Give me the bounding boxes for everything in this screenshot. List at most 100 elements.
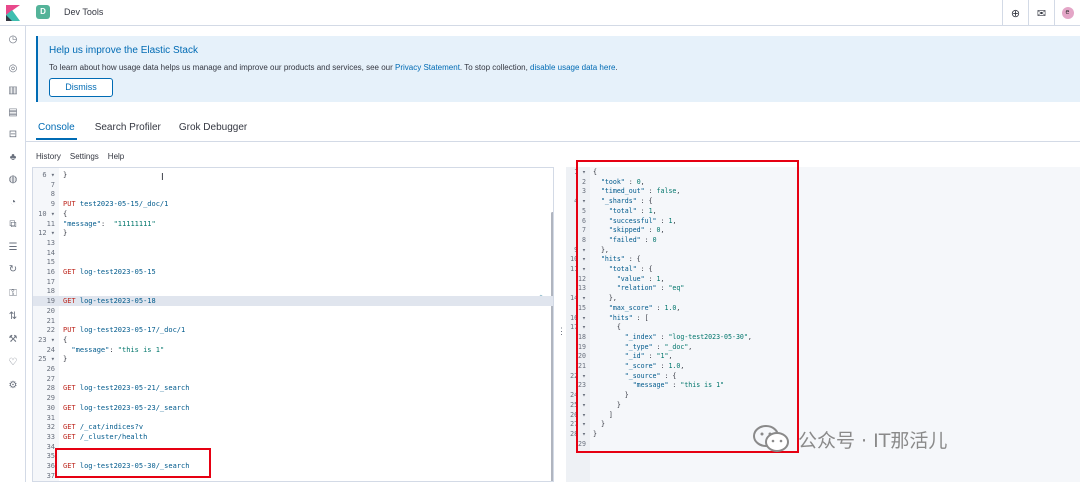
code-token: } [63,355,68,364]
tab-grok-debugger[interactable]: Grok Debugger [179,116,247,142]
telemetry-callout: Help us improve the Elastic Stack To lea… [36,36,1080,102]
devtools-icon[interactable]: ⚒ [7,334,19,346]
code-line[interactable]: 31 [33,413,553,423]
help-link[interactable]: Help [108,152,124,161]
logs-icon[interactable]: ☰ [7,242,19,254]
code-token: { [63,335,68,344]
code-token: "11111111" [113,219,156,228]
code-line[interactable]: 12 ▾} [33,228,553,238]
code-token: GET [63,268,80,276]
code-token: PUT [63,200,80,209]
siem-icon[interactable]: ◔ [7,197,19,209]
dismiss-button[interactable]: Dismiss [49,78,113,97]
code-line[interactable]: 23 ▾ { [33,335,553,345]
code-line[interactable]: 8 [33,189,553,199]
code-token: log-test2023-05-18 [79,297,156,306]
page-title: Dev Tools [64,7,104,17]
line-number: 7 [50,180,55,189]
canvas-icon[interactable]: ⊟ [7,129,19,141]
code-line[interactable]: 30 GET log-test2023-05-23/_search [33,403,553,413]
code-token: /_cat/indices?v [79,423,144,432]
line-number: 14 [46,248,55,257]
panel-resizer-icon[interactable]: ⋮ [557,326,566,337]
code-token: } [63,171,68,179]
code-token: "this is 1" [117,345,165,354]
monitoring-icon[interactable]: ♡ [7,357,19,369]
code-line[interactable]: 10 ▾ { [33,209,553,219]
recent-icon[interactable]: ◷ [7,34,19,46]
mail-icon: ✉ [1036,7,1047,20]
line-number: 9 [50,200,55,209]
line-number: 37 [46,471,55,480]
code-token: } [63,229,68,238]
privacy-statement-link[interactable]: Privacy Statement [395,63,460,72]
disable-usage-data-link[interactable]: disable usage data here [530,63,615,72]
line-number: 28 [46,384,55,393]
line-number: 36 [46,462,55,470]
tab-console[interactable]: Console [36,116,77,140]
user-menu-button[interactable]: e [1054,0,1080,26]
line-number: 27 [46,374,55,383]
code-line[interactable]: 25 ▾} [33,354,553,364]
dashboard-icon[interactable]: ▤ [7,107,19,119]
code-line[interactable]: 9 PUT test2023-05-15/_doc/1 [33,199,553,209]
metrics-icon[interactable]: ⧉ [7,219,19,231]
ml-icon[interactable]: ♣ [7,152,19,164]
visualize-icon[interactable]: ▥ [7,85,19,97]
callout-text: To learn about how usage data helps us m… [49,63,618,72]
code-line[interactable]: 7 [33,180,553,190]
uptime-icon[interactable]: ⇅ [7,311,19,323]
line-number: 23 ▾ [38,335,55,344]
code-line[interactable]: 22 PUT log-test2023-05-17/_doc/1 [33,325,553,335]
line-number: 33 [46,432,55,441]
code-line[interactable]: 27 [33,374,553,384]
code-line[interactable]: 13 [33,238,553,248]
help-button[interactable]: ⊕ [1002,0,1028,26]
line-code: } [63,228,67,238]
line-code: GET log-test2023-05-23/_search [63,403,189,413]
code-token: log-test2023-05-23/_search [79,403,190,412]
code-line[interactable]: 26 [33,364,553,374]
code-line[interactable]: 21 [33,316,553,326]
code-line[interactable]: 29 [33,393,553,403]
apm-icon[interactable]: ↻ [7,264,19,276]
code-line[interactable]: 11 "message": "11111111" [33,219,553,229]
settings-link[interactable]: Settings [70,152,99,161]
code-line[interactable]: 33 GET /_cluster/health [33,432,553,442]
code-line[interactable]: 15 [33,257,553,267]
line-code: "message": "11111111" [63,219,156,229]
maps-icon[interactable]: ◍ [7,174,19,186]
app-badge[interactable]: D [36,5,50,19]
code-line[interactable]: 18 [33,286,553,296]
tabs-divider [26,141,1080,142]
code-line[interactable]: 19 GET log-test2023-05-18 [33,296,553,307]
history-link[interactable]: History [36,152,61,161]
line-number: 29 [46,394,55,403]
line-code: { [63,209,67,219]
line-code: GET /_cat/indices?v [63,422,143,432]
request-editor[interactable]: I ▷ 🔧 6 ▾}789PUT test2023-05-15/_doc/110… [32,167,554,482]
code-line[interactable]: 28 GET log-test2023-05-21/_search [33,383,553,393]
newsfeed-button[interactable]: ✉ [1028,0,1054,26]
tab-search-profiler[interactable]: Search Profiler [95,116,161,142]
code-line[interactable]: 24 "message": "this is 1" [33,345,553,355]
code-line[interactable]: 20 [33,306,553,316]
line-number: 8 [50,190,55,199]
line-number: 17 [46,277,55,286]
discover-icon[interactable]: ◎ [7,63,19,75]
side-navigation: ◷ ◎ ▥ ▤ ⊟ ♣ ◍ ◔ ⧉ ☰ ↻ ⚿ ⇅ ⚒ ♡ ⚙ [0,26,26,482]
watermark-text: 公众号 · IT那活儿 [798,429,948,452]
line-code: } [63,354,67,364]
line-number: 30 [46,403,55,412]
code-line[interactable]: 16 GET log-test2023-05-15 [33,267,553,277]
devtools-tabs: Console Search Profiler Grok Debugger [36,116,265,142]
code-token: test2023-05-15/_doc/1 [79,200,169,209]
security-icon[interactable]: ⚿ [7,288,19,300]
kibana-logo-icon[interactable] [6,5,20,21]
code-line[interactable]: 14 [33,248,553,258]
code-line[interactable]: 32 GET /_cat/indices?v [33,422,553,432]
code-line[interactable]: 6 ▾} [33,170,553,180]
code-line[interactable]: 17 [33,277,553,287]
management-icon[interactable]: ⚙ [7,380,19,392]
callout-text-part: To learn about how usage data helps us m… [49,63,395,72]
